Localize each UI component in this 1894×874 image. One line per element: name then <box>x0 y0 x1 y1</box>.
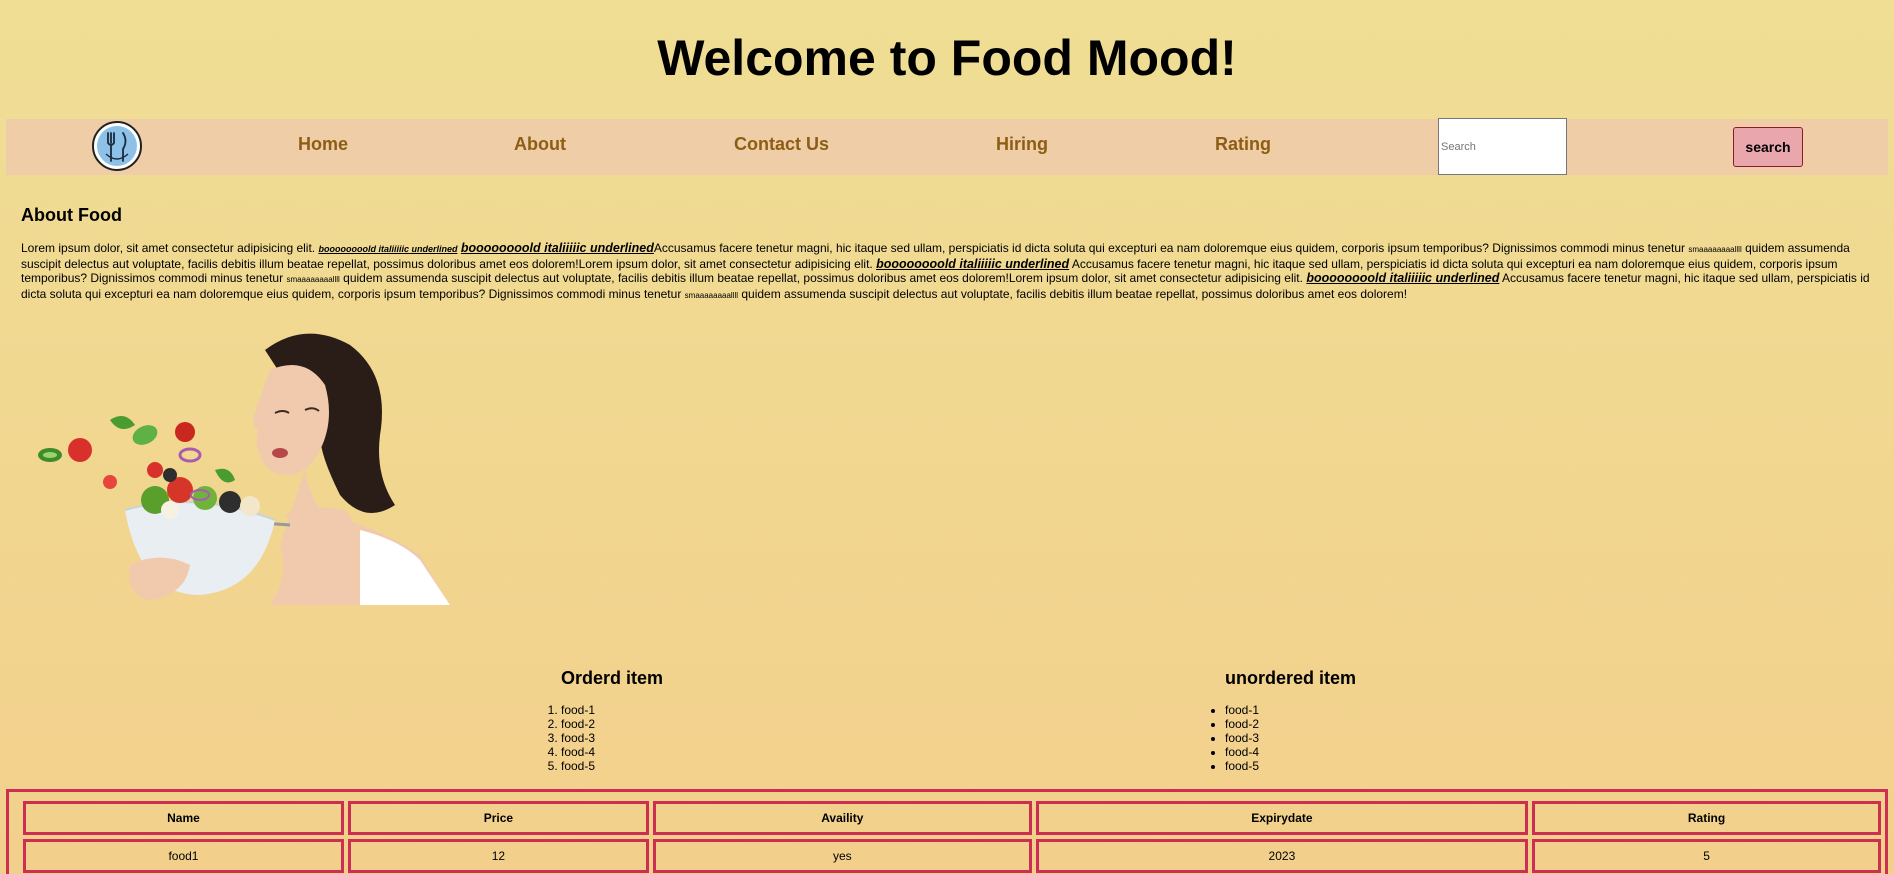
list-item: food-1 <box>1225 703 1356 717</box>
about-heading: About Food <box>21 205 122 225</box>
table-cell: food1 <box>23 839 344 873</box>
column-header-price: Price <box>347 801 649 835</box>
nav-hiring[interactable]: Hiring <box>996 134 1048 155</box>
table-cell: yes <box>652 839 1032 873</box>
emphasis-text: boooooooold italiiiiic underlined <box>460 241 654 255</box>
food-table-container: Name Price Availity Expirydate Rating fo… <box>6 789 1888 874</box>
ordered-list-title: Orderd item <box>561 668 664 688</box>
unordered-list: food-1 food-2 food-3 food-4 food-5 <box>1210 703 1356 773</box>
list-item: food-3 <box>561 731 663 745</box>
list-item: food-4 <box>561 745 663 759</box>
unordered-list-section: unordered item food-1 food-2 food-3 food… <box>1210 668 1356 773</box>
nav-home[interactable]: Home <box>298 134 348 155</box>
table-row: food1 12 yes 2023 5 <box>23 839 1881 873</box>
nav-about[interactable]: About <box>514 134 566 155</box>
emphasis-text: boooooooold italiiiiic underlined <box>318 244 458 254</box>
list-item: food-4 <box>1225 745 1356 759</box>
table-cell: 2023 <box>1035 839 1529 873</box>
column-header-availity: Availity <box>652 801 1032 835</box>
ordered-list-section: Orderd item food-1 food-2 food-3 food-4 … <box>546 668 663 773</box>
table-cell: 5 <box>1532 839 1881 873</box>
list-item: food-1 <box>561 703 663 717</box>
page-title: Welcome to Food Mood! <box>657 30 1237 86</box>
navbar: Home About Contact Us Hiring Rating sear… <box>6 118 1888 175</box>
nav-contact-us[interactable]: Contact Us <box>734 134 829 155</box>
list-item: food-2 <box>1225 717 1356 731</box>
table-cell: 12 <box>347 839 649 873</box>
list-item: food-5 <box>561 759 663 773</box>
about-paragraph: Lorem ipsum dolor, sit amet consectetur … <box>21 241 1870 301</box>
food-table: Name Price Availity Expirydate Rating fo… <box>19 797 1885 874</box>
table-header-row: Name Price Availity Expirydate Rating <box>23 801 1881 835</box>
small-text: smaaaaaaaallll <box>286 275 340 284</box>
small-text: smaaaaaaaallll <box>684 291 739 300</box>
column-header-name: Name <box>23 801 344 835</box>
list-item: food-3 <box>1225 731 1356 745</box>
search-input[interactable] <box>1438 118 1567 175</box>
unordered-list-title: unordered item <box>1225 668 1357 688</box>
ordered-list: food-1 food-2 food-3 food-4 food-5 <box>546 703 663 773</box>
column-header-expirydate: Expirydate <box>1035 801 1529 835</box>
emphasis-text: boooooooold italiiiiic underlined <box>876 257 1070 271</box>
search-button[interactable]: search <box>1733 127 1803 167</box>
woman-eating-salad-image <box>30 320 450 605</box>
logo-icon[interactable] <box>92 121 142 171</box>
list-item: food-5 <box>1225 759 1356 773</box>
emphasis-text: boooooooold italiiiiic underlined <box>1306 271 1500 285</box>
column-header-rating: Rating <box>1532 801 1881 835</box>
list-item: food-2 <box>561 717 663 731</box>
nav-rating[interactable]: Rating <box>1215 134 1271 155</box>
small-text: smaaaaaaaallll <box>1688 245 1742 254</box>
